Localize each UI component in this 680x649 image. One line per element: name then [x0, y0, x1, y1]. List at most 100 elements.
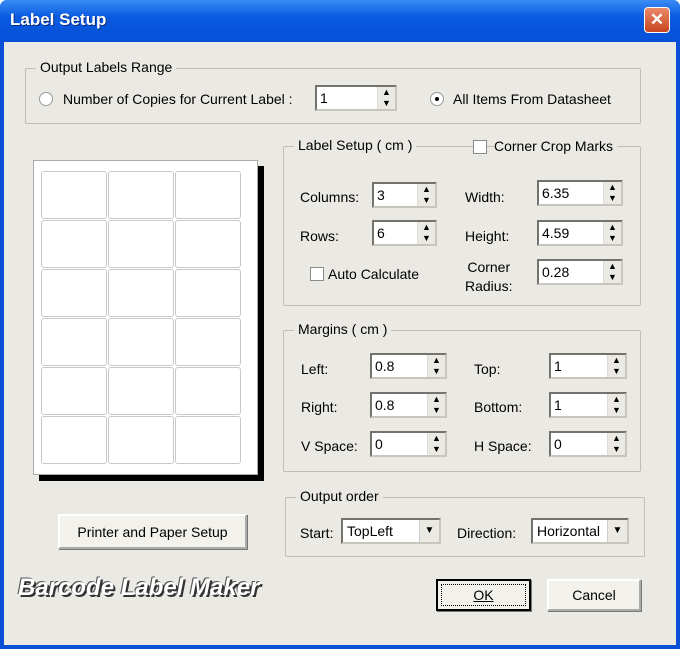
height-input[interactable] [539, 222, 603, 244]
right-margin-label: Right: [301, 399, 338, 415]
label-setup-group: Label Setup ( cm ) Corner Crop Marks Col… [283, 137, 641, 306]
vspace-label: V Space: [301, 438, 358, 454]
corner-radius-label: Corner Radius: [465, 258, 512, 296]
corner-crop-checkbox[interactable] [473, 140, 487, 154]
hspace-label: H Space: [474, 438, 532, 454]
hspace-spinner[interactable]: ▲▼ [549, 431, 627, 457]
corner-radius-label-line1: Corner [467, 259, 511, 275]
height-spinner[interactable]: ▲▼ [537, 220, 623, 246]
vspace-input[interactable] [372, 433, 427, 455]
label-cell [108, 367, 174, 415]
spin-down-icon[interactable]: ▼ [608, 366, 625, 377]
copies-spinner[interactable]: ▲▼ [315, 85, 397, 111]
copies-label: Number of Copies for Current Label : [63, 91, 293, 107]
top-margin-spinner[interactable]: ▲▼ [549, 353, 627, 379]
label-cell [41, 269, 107, 317]
label-cell [175, 318, 241, 366]
right-margin-input[interactable] [372, 394, 427, 416]
left-margin-input[interactable] [372, 355, 427, 377]
auto-calculate-checkbox[interactable] [310, 267, 324, 281]
spin-up-icon[interactable]: ▲ [604, 222, 621, 233]
output-order-legend: Output order [296, 488, 383, 504]
bottom-margin-spinner[interactable]: ▲▼ [549, 392, 627, 418]
spin-down-icon[interactable]: ▼ [608, 444, 625, 455]
start-select[interactable]: TopLeft ▼ [341, 518, 441, 544]
top-margin-input[interactable] [551, 355, 607, 377]
label-cell [175, 416, 241, 464]
start-label: Start: [300, 525, 334, 541]
printer-paper-setup-button[interactable]: Printer and Paper Setup [58, 514, 247, 549]
direction-select[interactable]: Horizontal ▼ [531, 518, 629, 544]
spin-down-icon[interactable]: ▼ [378, 98, 395, 109]
direction-label: Direction: [457, 525, 517, 541]
label-cell [41, 318, 107, 366]
spin-down-icon[interactable]: ▼ [428, 405, 445, 416]
spin-down-icon[interactable]: ▼ [428, 366, 445, 377]
chevron-down-icon[interactable]: ▼ [607, 520, 627, 542]
label-cell [175, 367, 241, 415]
spin-up-icon[interactable]: ▲ [428, 355, 445, 366]
spin-up-icon[interactable]: ▲ [608, 355, 625, 366]
vspace-spinner[interactable]: ▲▼ [370, 431, 447, 457]
output-range-legend: Output Labels Range [36, 59, 177, 75]
spin-down-icon[interactable]: ▼ [418, 195, 435, 206]
brand-logo: Barcode Label Maker [18, 574, 260, 601]
spin-up-icon[interactable]: ▲ [428, 433, 445, 444]
label-cell [108, 318, 174, 366]
columns-input[interactable] [374, 184, 417, 206]
copies-input[interactable] [317, 87, 377, 109]
right-margin-spinner[interactable]: ▲▼ [370, 392, 447, 418]
label-cell [108, 171, 174, 219]
spin-down-icon[interactable]: ▼ [604, 233, 621, 244]
spin-up-icon[interactable]: ▲ [378, 87, 395, 98]
close-button[interactable]: ✕ [644, 7, 670, 33]
bottom-margin-input[interactable] [551, 394, 607, 416]
label-cell [175, 269, 241, 317]
hspace-input[interactable] [551, 433, 607, 455]
spin-up-icon[interactable]: ▲ [418, 222, 435, 233]
corner-radius-input[interactable] [539, 261, 603, 283]
width-spinner[interactable]: ▲▼ [537, 180, 623, 206]
cancel-button[interactable]: Cancel [547, 579, 641, 611]
direction-value: Horizontal [537, 523, 601, 539]
corner-radius-label-line2: Radius: [465, 278, 513, 294]
rows-input[interactable] [374, 222, 417, 244]
spin-down-icon[interactable]: ▼ [608, 405, 625, 416]
start-value: TopLeft [347, 523, 393, 539]
corner-radius-spinner[interactable]: ▲▼ [537, 259, 623, 285]
spin-up-icon[interactable]: ▲ [428, 394, 445, 405]
width-input[interactable] [539, 182, 603, 204]
spin-up-icon[interactable]: ▲ [608, 433, 625, 444]
label-cell [108, 220, 174, 268]
dialog-body: Output Labels Range Number of Copies for… [4, 42, 676, 645]
margins-group: Margins ( cm ) Left: ▲▼ Right: ▲▼ V Spac… [283, 321, 641, 472]
label-preview [33, 160, 258, 475]
left-margin-spinner[interactable]: ▲▼ [370, 353, 447, 379]
spin-down-icon[interactable]: ▼ [604, 193, 621, 204]
title-bar[interactable]: Label Setup ✕ [0, 0, 680, 42]
ok-button[interactable]: OK [436, 579, 531, 611]
rows-spinner[interactable]: ▲▼ [372, 220, 437, 246]
corner-crop-label: Corner Crop Marks [494, 138, 618, 154]
chevron-down-icon[interactable]: ▼ [419, 520, 439, 542]
label-cell [41, 416, 107, 464]
spin-up-icon[interactable]: ▲ [608, 394, 625, 405]
window-title: Label Setup [10, 10, 107, 29]
columns-spinner[interactable]: ▲▼ [372, 182, 437, 208]
spin-down-icon[interactable]: ▼ [604, 272, 621, 283]
spin-up-icon[interactable]: ▲ [604, 182, 621, 193]
copies-radio[interactable] [39, 92, 53, 106]
output-order-group: Output order Start: TopLeft ▼ Direction: … [285, 488, 645, 557]
spin-up-icon[interactable]: ▲ [604, 261, 621, 272]
all-items-radio[interactable] [430, 92, 444, 106]
spin-down-icon[interactable]: ▼ [428, 444, 445, 455]
spin-up-icon[interactable]: ▲ [418, 184, 435, 195]
width-label: Width: [465, 189, 505, 205]
height-label: Height: [465, 228, 510, 244]
spin-down-icon[interactable]: ▼ [418, 233, 435, 244]
auto-calculate-label: Auto Calculate [328, 266, 420, 282]
label-cell [41, 367, 107, 415]
label-cell [175, 220, 241, 268]
label-cell [108, 416, 174, 464]
label-cell [41, 220, 107, 268]
